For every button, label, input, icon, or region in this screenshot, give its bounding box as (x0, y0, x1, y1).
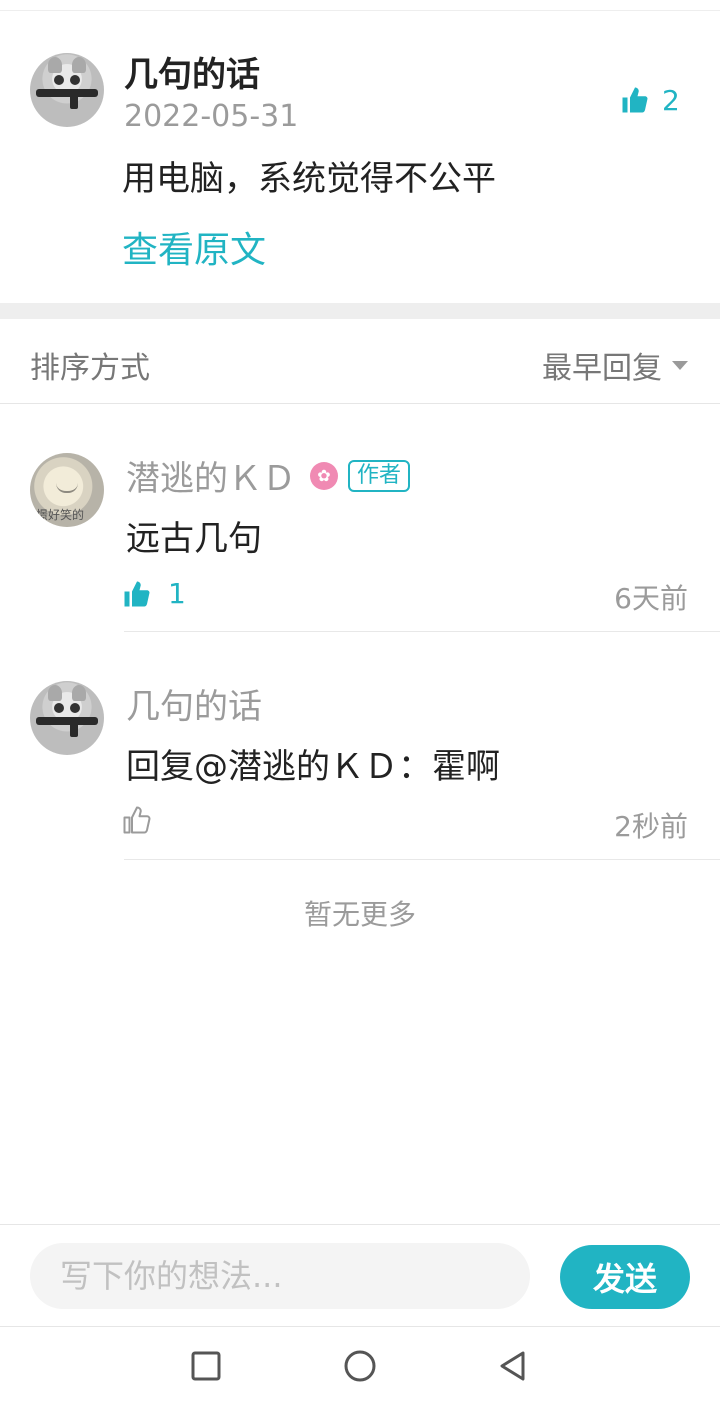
avatar-eye (70, 703, 80, 713)
comment-input[interactable] (30, 1243, 530, 1309)
author-tag: 作者 (348, 459, 411, 492)
avatar-detail (70, 93, 78, 109)
avatar[interactable] (30, 681, 104, 755)
avatar-detail (36, 717, 98, 725)
post-like-count: 2 (662, 83, 680, 117)
avatar-ear (72, 57, 86, 73)
avatar-ear (48, 685, 62, 701)
thumbs-up-icon (622, 87, 648, 113)
level-badge-icon: ✿ (310, 461, 338, 490)
system-nav-bar (0, 1326, 720, 1404)
send-button[interactable]: 发送 (560, 1245, 690, 1309)
comment-time: 6天前 (614, 582, 688, 615)
avatar-detail (36, 89, 98, 97)
comment-author[interactable]: 潜逃的ＫＤ (126, 451, 296, 500)
comment-like-button[interactable]: 1 (122, 577, 186, 610)
comment-divider (124, 859, 720, 860)
avatar-eye (54, 703, 64, 713)
circle-icon[interactable] (343, 1349, 377, 1383)
avatar[interactable] (30, 53, 104, 127)
comment-input-bar: 发送 (0, 1224, 720, 1326)
comment-text: 回复@潜逃的ＫＤ：霍啊 (126, 747, 500, 787)
section-gap (0, 303, 720, 319)
sort-selected-value: 最早回复 (542, 351, 662, 386)
comment-divider (124, 631, 720, 632)
comment-like-button[interactable] (122, 805, 168, 835)
no-more-text: 暂无更多 (303, 898, 416, 931)
comment-like-count: 1 (168, 577, 186, 610)
avatar-eye (54, 75, 64, 85)
sort-dropdown[interactable]: 最早回复 (542, 343, 688, 387)
chevron-down-icon (672, 360, 688, 370)
post-like-button[interactable]: 2 (620, 83, 680, 117)
avatar-ear (48, 57, 62, 73)
square-icon[interactable] (189, 1349, 223, 1383)
comment-author[interactable]: 几句的话 (126, 679, 262, 728)
avatar[interactable]: 憬好笑的 (30, 453, 104, 527)
comment-text: 远古几句 (126, 519, 262, 559)
original-post: 几句的话 2022-05-31 用电脑，系统觉得不公平 查看原文 2 (0, 11, 720, 303)
avatar-eye (70, 75, 80, 85)
comment-time: 2秒前 (614, 810, 688, 843)
avatar-face (56, 483, 78, 493)
sort-label: 排序方式 (30, 351, 150, 386)
thumbs-up-icon (124, 581, 150, 606)
view-original-link[interactable]: 查看原文 (122, 221, 266, 273)
avatar-detail (70, 721, 78, 737)
avatar-caption: 憬好笑的 (36, 508, 85, 522)
comment-author-row: 潜逃的ＫＤ ✿ 作者 (126, 451, 411, 500)
post-author[interactable]: 几句的话 (124, 47, 260, 96)
thumbs-up-outline-icon (123, 806, 151, 834)
comment-author-row: 几句的话 (126, 679, 262, 728)
sort-bar: 排序方式 最早回复 (0, 319, 720, 404)
post-text: 用电脑，系统觉得不公平 (122, 159, 496, 199)
post-date: 2022-05-31 (124, 99, 299, 134)
triangle-back-icon[interactable] (496, 1349, 530, 1383)
avatar-ear (72, 685, 86, 701)
